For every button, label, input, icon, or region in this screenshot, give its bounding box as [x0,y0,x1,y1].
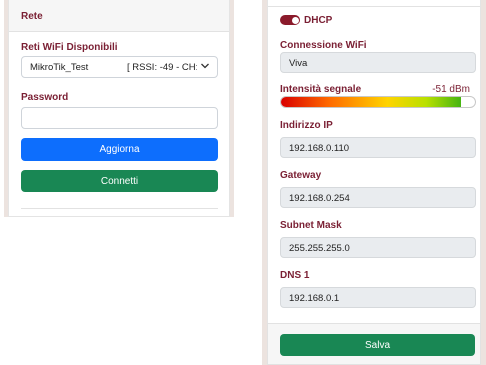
divider [21,208,218,209]
password-input[interactable] [21,107,218,129]
subnet-label: Subnet Mask [280,220,342,231]
network-card-header: Rete [9,0,229,32]
right-panel-background: DHCP Connessione WiFi Viva Intensità seg… [262,0,486,365]
toggle-knob [291,16,299,24]
save-button[interactable]: Salva [280,334,475,356]
ip-field: 192.168.0.110 [280,137,476,158]
network-card: Rete Reti WiFi Disponibili MikroTik_Test… [8,0,230,217]
card-footer: Salva [267,323,481,365]
connection-field: Viva [280,52,476,73]
left-panel-background: Rete Reti WiFi Disponibili MikroTik_Test… [4,0,234,217]
chevron-down-icon [201,63,209,69]
network-detail: [ RSSI: -49 - CH: 1 [127,62,197,73]
network-ssid: MikroTik_Test [30,62,89,73]
dhcp-label: DHCP [304,15,333,26]
dns-label: DNS 1 [280,270,310,281]
networks-label: Reti WiFi Disponibili [21,42,118,53]
ip-label: Indirizzo IP [280,120,333,131]
divider [268,6,480,7]
password-label: Password [21,92,69,103]
subnet-field: 255.255.255.0 [280,237,476,258]
gateway-field: 192.168.0.254 [280,187,476,208]
ip-settings-card: DHCP Connessione WiFi Viva Intensità seg… [267,0,481,323]
connection-label: Connessione WiFi [280,40,367,51]
connect-button[interactable]: Connetti [21,170,218,192]
signal-strength-fill [281,97,462,107]
network-select[interactable]: MikroTik_Test [ RSSI: -49 - CH: 1 [21,56,218,78]
refresh-button[interactable]: Aggiorna [21,138,218,161]
signal-label: Intensità segnale [280,84,362,95]
signal-strength-bar [280,96,476,108]
dns-field: 192.168.0.1 [280,287,476,308]
gateway-label: Gateway [280,170,322,181]
signal-value: -51 dBm [432,84,470,95]
card-title: Rete [21,11,43,22]
dhcp-toggle[interactable] [280,15,300,25]
